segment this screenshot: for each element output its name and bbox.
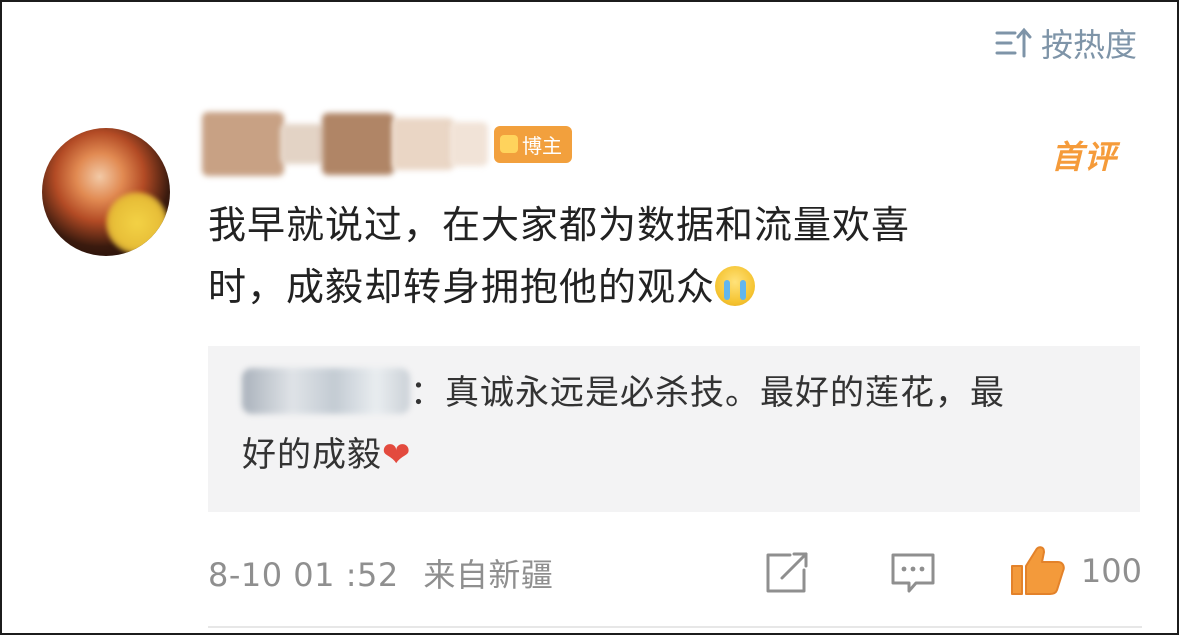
like-icon[interactable] [1008,542,1068,598]
like-count: 100 [1080,552,1142,590]
reply-line-1: ：真诚永远是必杀技。最好的莲花，最 [410,373,1005,413]
first-comment-tag: 首评 [1050,138,1117,176]
comment-card: 按热度 博主 首评 我早就说过，在大家都为数据和流量欢喜 时，成毅却转身拥抱他的… [0,0,1179,635]
comment-meta: 8-10 01 :52 来自新疆 [208,550,1142,596]
comment-line-1: 我早就说过，在大家都为数据和流量欢喜 [208,203,911,247]
badge-label: 博主 [522,133,562,158]
sort-icon [995,27,1032,58]
reply-username-mosaic[interactable] [242,368,410,414]
comment-line-2: 时，成毅却转身拥抱他的观众 [208,265,716,309]
share-icon[interactable] [762,550,812,596]
comment-line-2-wrap: 时，成毅却转身拥抱他的观众 [208,256,1108,318]
location: 来自新疆 [423,556,554,594]
avatar[interactable] [42,128,170,256]
quoted-reply[interactable]: ：真诚永远是必杀技。最好的莲花，最 好的成毅❤ [208,346,1140,512]
comment-footer: 8-10 01 :52 来自新疆 100 [208,546,1142,598]
blogger-badge: 博主 [494,125,572,163]
sort-by-heat-button[interactable]: 按热度 [993,20,1137,66]
divider [208,626,1142,628]
sort-label: 按热度 [1040,26,1137,64]
username-mosaic[interactable] [202,108,488,180]
crying-face-icon [715,266,756,306]
comment-text: 我早就说过，在大家都为数据和流量欢喜 时，成毅却转身拥抱他的观众 [208,194,1108,318]
comment-icon[interactable] [888,550,938,596]
reply-line-2: 好的成毅 [242,435,382,475]
reply-text: ：真诚永远是必杀技。最好的莲花，最 好的成毅❤ [242,362,1110,486]
timestamp: 8-10 01 :52 [208,556,399,594]
badge-icon [500,135,518,153]
heart-icon: ❤ [382,435,412,475]
avatar-mosaic [106,192,168,254]
comment-header: 博主 [202,108,572,180]
